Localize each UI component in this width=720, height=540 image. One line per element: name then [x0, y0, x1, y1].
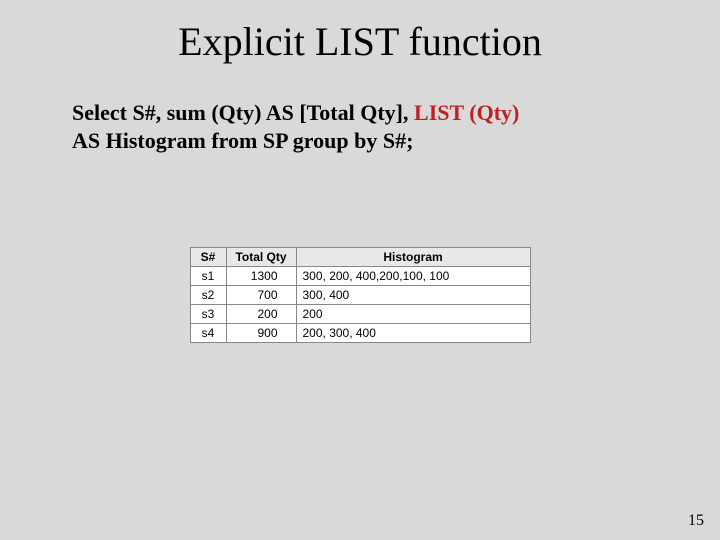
cell-sn: s3	[190, 305, 226, 324]
cell-sn: s1	[190, 267, 226, 286]
slide-title: Explicit LIST function	[0, 0, 720, 65]
cell-tq: 1300	[226, 267, 296, 286]
table-row: s4 900 200, 300, 400	[190, 324, 530, 343]
col-header-sn: S#	[190, 248, 226, 267]
table-header-row: S# Total Qty Histogram	[190, 248, 530, 267]
cell-hist: 300, 400	[296, 286, 530, 305]
table-row: s1 1300 300, 200, 400,200,100, 100	[190, 267, 530, 286]
cell-tq: 200	[226, 305, 296, 324]
col-header-tq: Total Qty	[226, 248, 296, 267]
cell-hist: 200	[296, 305, 530, 324]
cell-sn: s2	[190, 286, 226, 305]
sql-part-2: AS Histogram from SP group by S#;	[72, 128, 413, 153]
page-number: 15	[688, 512, 704, 530]
sql-statement: Select S#, sum (Qty) AS [Total Qty], LIS…	[72, 99, 648, 155]
result-table-wrap: S# Total Qty Histogram s1 1300 300, 200,…	[0, 247, 720, 343]
slide: Explicit LIST function Select S#, sum (Q…	[0, 0, 720, 540]
table-row: s2 700 300, 400	[190, 286, 530, 305]
cell-sn: s4	[190, 324, 226, 343]
sql-highlight: LIST (Qty)	[414, 100, 519, 125]
sql-part-1: Select S#, sum (Qty) AS [Total Qty],	[72, 100, 414, 125]
cell-hist: 300, 200, 400,200,100, 100	[296, 267, 530, 286]
cell-tq: 700	[226, 286, 296, 305]
cell-hist: 200, 300, 400	[296, 324, 530, 343]
table-row: s3 200 200	[190, 305, 530, 324]
result-table: S# Total Qty Histogram s1 1300 300, 200,…	[190, 247, 531, 343]
cell-tq: 900	[226, 324, 296, 343]
col-header-hist: Histogram	[296, 248, 530, 267]
